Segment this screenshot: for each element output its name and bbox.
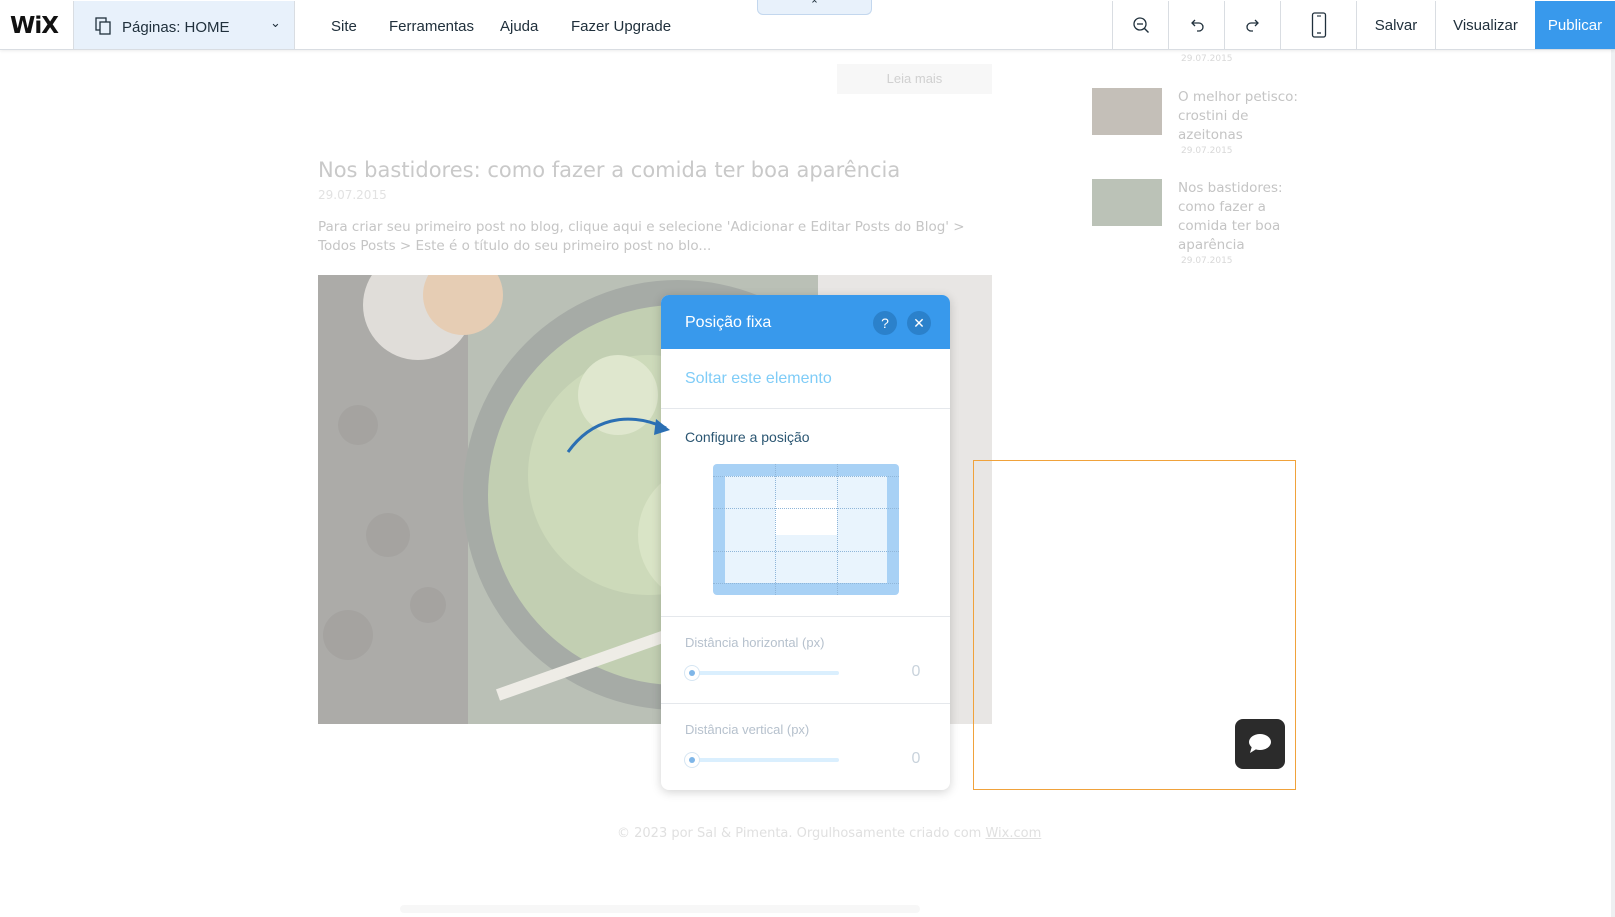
vertical-distance-slider[interactable] <box>691 758 839 762</box>
configure-position-label: Configure a posição <box>685 429 810 445</box>
editor-right-edge <box>1611 50 1615 917</box>
sidebar-post-title[interactable]: O melhor petisco: crostini de azeitonas <box>1178 88 1308 145</box>
editor-topbar: WiX Páginas: HOME ⌄ Site Ferramentas Aju… <box>0 0 1615 50</box>
pages-dropdown[interactable]: Páginas: HOME ⌄ <box>73 1 295 49</box>
save-button[interactable]: Salvar <box>1356 1 1435 49</box>
footer-wix-link[interactable]: Wix.com <box>985 826 1041 841</box>
footer-text: © 2023 por Sal & Pimenta. Orgulhosamente… <box>617 826 1041 841</box>
grid-line <box>713 551 899 552</box>
horizontal-slider-handle[interactable] <box>685 666 699 680</box>
bottom-strip <box>400 905 920 913</box>
pages-icon <box>95 17 111 35</box>
preview-button[interactable]: Visualizar <box>1435 1 1535 49</box>
menu-help[interactable]: Ajuda <box>500 18 538 35</box>
zoom-out-icon <box>1132 17 1149 33</box>
sidebar-post-date: 29.07.2015 <box>1181 256 1233 266</box>
vertical-slider-handle[interactable] <box>685 753 699 767</box>
sidebar-post-title[interactable]: Nos bastidores: como fazer a comida ter … <box>1178 179 1288 255</box>
position-grid[interactable] <box>713 464 899 595</box>
vertical-distance-label: Distância vertical (px) <box>685 722 810 737</box>
mobile-view-icon <box>1311 12 1326 38</box>
sidebar-post-date: 29.07.2015 <box>1181 146 1233 156</box>
horizontal-distance-label: Distância horizontal (px) <box>685 635 825 650</box>
divider <box>661 408 950 409</box>
sidebar-post-thumbnail[interactable] <box>1092 179 1162 226</box>
divider <box>661 703 950 704</box>
chevron-up-icon: ⌃ <box>809 0 820 11</box>
redo-icon <box>1245 19 1259 32</box>
mobile-view-button[interactable] <box>1280 1 1356 49</box>
release-element-link[interactable]: Soltar este elemento <box>685 370 832 388</box>
divider <box>661 616 950 617</box>
preview-button-label: Visualizar <box>1453 16 1518 34</box>
dialog-title: Posição fixa <box>685 314 772 331</box>
grid-line <box>713 508 899 509</box>
vertical-distance-value[interactable]: 0 <box>901 750 931 768</box>
redo-button[interactable] <box>1224 1 1280 49</box>
position-cell-center[interactable] <box>775 500 837 535</box>
zoom-out-button[interactable] <box>1112 1 1168 49</box>
undo-button[interactable] <box>1168 1 1224 49</box>
collapse-topbar-tab[interactable]: ⌃ <box>757 0 872 15</box>
wix-logo[interactable]: WiX <box>10 13 59 39</box>
fixed-position-dialog: Posição fixa ? ✕ Soltar este elemento Co… <box>661 295 950 790</box>
help-icon[interactable]: ? <box>873 311 897 335</box>
menu-site[interactable]: Site <box>331 18 357 35</box>
read-more-button[interactable]: Leia mais <box>837 64 992 94</box>
post-excerpt[interactable]: Para criar seu primeiro post no blog, cl… <box>318 218 993 256</box>
dialog-header: Posição fixa ? ✕ <box>661 295 950 349</box>
chat-button[interactable] <box>1235 719 1285 769</box>
footer-copyright: © 2023 por Sal & Pimenta. Orgulhosamente… <box>617 826 986 841</box>
publish-button[interactable]: Publicar <box>1535 1 1615 49</box>
menu-tools[interactable]: Ferramentas <box>389 18 474 35</box>
grid-line <box>713 476 899 477</box>
post-title[interactable]: Nos bastidores: como fazer a comida ter … <box>318 158 900 182</box>
sidebar-post-date: 29.07.2015 <box>1181 54 1233 64</box>
grid-line <box>775 464 776 595</box>
arrow-icon <box>566 417 670 453</box>
horizontal-distance-value[interactable]: 0 <box>901 663 931 681</box>
close-icon[interactable]: ✕ <box>907 311 931 335</box>
grid-line <box>713 583 899 584</box>
chevron-down-icon: ⌄ <box>270 15 281 30</box>
chat-icon <box>1249 734 1271 753</box>
horizontal-distance-slider[interactable] <box>691 671 839 675</box>
grid-line <box>837 464 838 595</box>
save-button-label: Salvar <box>1374 16 1418 34</box>
pages-dropdown-label: Páginas: HOME <box>122 19 230 36</box>
undo-icon <box>1190 19 1204 32</box>
sidebar-post-thumbnail[interactable] <box>1092 88 1162 135</box>
post-date: 29.07.2015 <box>318 188 387 202</box>
menu-upgrade[interactable]: Fazer Upgrade <box>571 18 671 35</box>
